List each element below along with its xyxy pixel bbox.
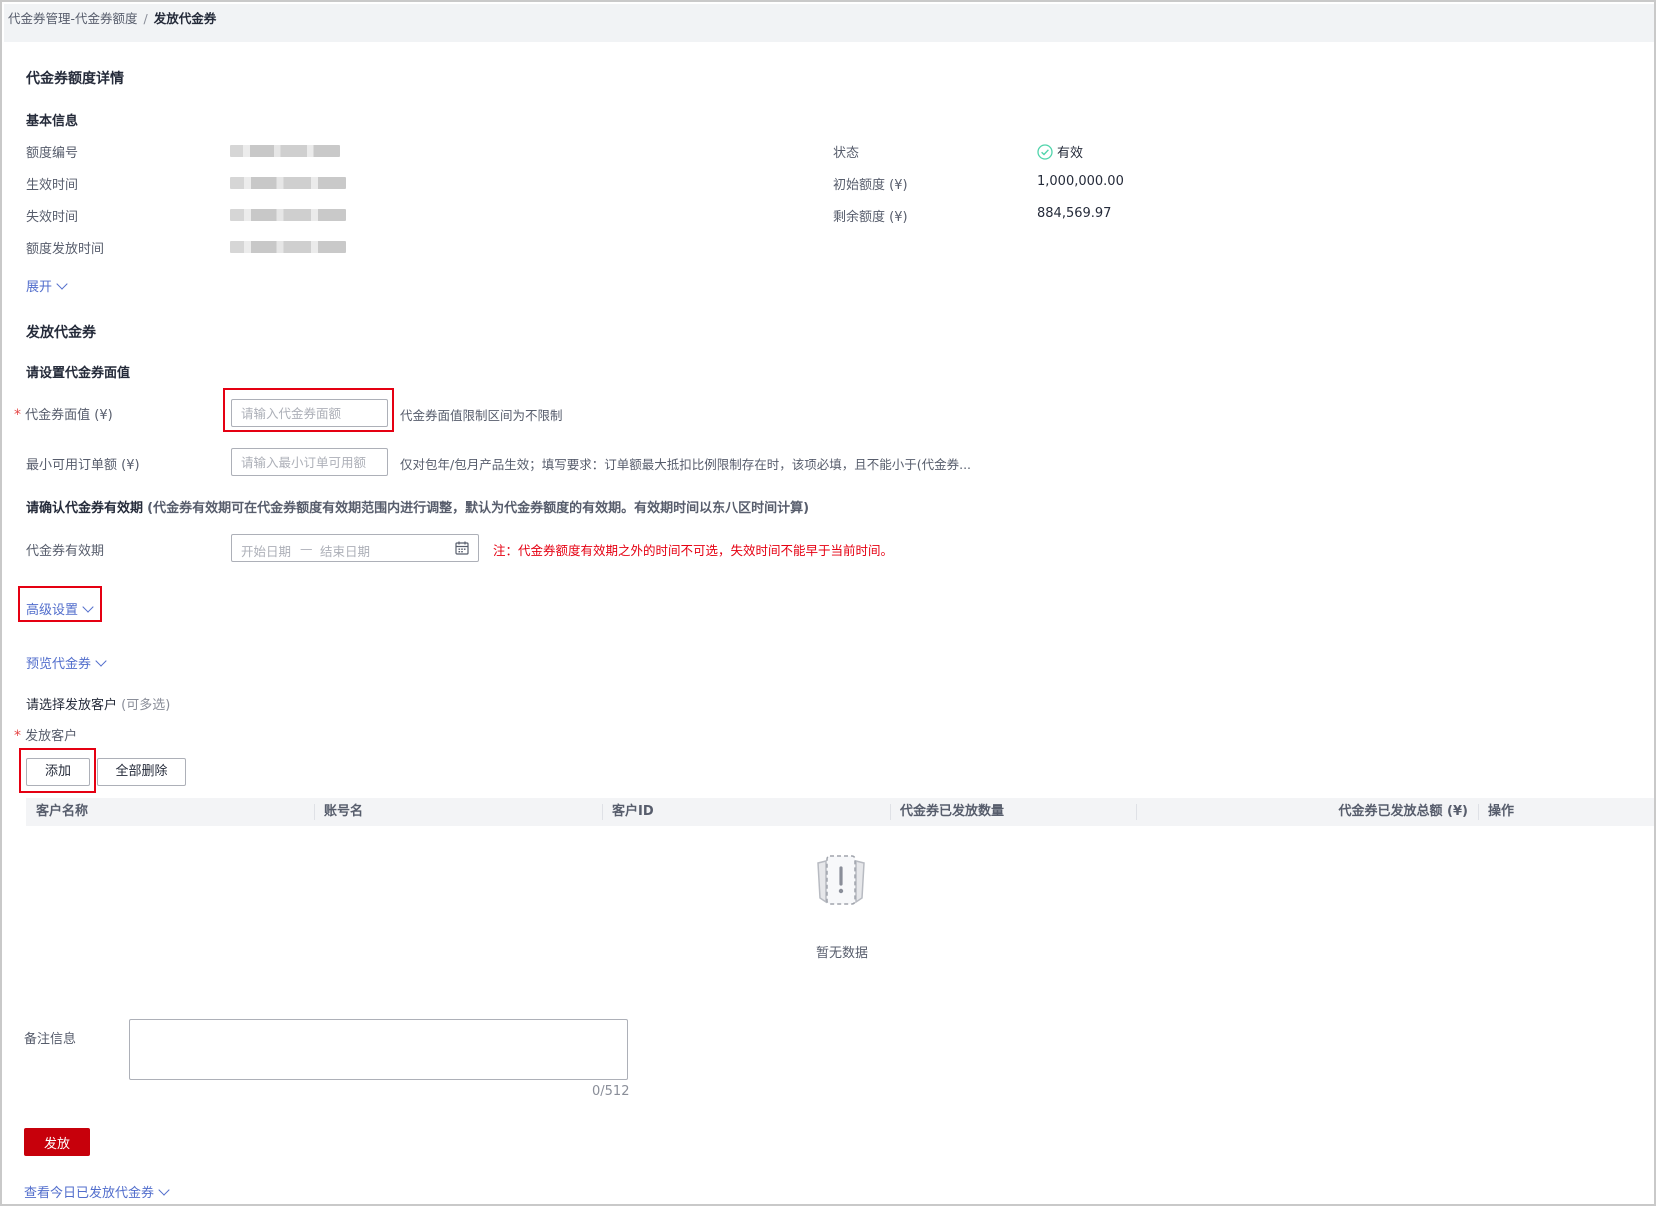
customer-table-header: 客户名称 账号名 客户ID 代金券已发放数量 代金券已发放总额 (¥) 操作 [26, 798, 1654, 826]
column-issued-amount: 代金券已发放总额 (¥) [1338, 804, 1468, 819]
empty-data-text: 暂无数据 [816, 946, 869, 961]
face-value-input[interactable] [231, 399, 388, 427]
min-order-label: 最小可用订单额 (¥) [26, 458, 140, 473]
issue-submit-button[interactable]: 发放 [24, 1128, 90, 1156]
quota-id-label: 额度编号 [26, 146, 79, 161]
end-date-placeholder[interactable]: 结束日期 [320, 541, 370, 560]
preview-voucher-label: 预览代金券 [26, 657, 92, 672]
empty-data-icon [817, 855, 865, 905]
today-issued-vouchers-link[interactable]: 查看今日已发放代金券 [24, 1182, 170, 1201]
column-customer-id: 客户ID [612, 804, 654, 819]
chevron-down-icon [82, 601, 94, 613]
validity-note: 注：代金券额度有效期之外的时间不可选，失效时间不能早于当前时间。 [493, 543, 894, 558]
required-asterisk: * [14, 407, 21, 423]
customer-section-title: 请选择发放客户 (可多选) [26, 694, 170, 713]
quota-id-value-redacted [230, 145, 340, 157]
validity-date-range-picker[interactable]: 开始日期 — 结束日期 [231, 534, 479, 562]
advanced-settings-label: 高级设置 [26, 603, 79, 618]
expire-time-value-redacted [230, 209, 346, 221]
initial-quota-value: 1,000,000.00 [1037, 174, 1124, 189]
advanced-settings-toggle[interactable]: 高级设置 [26, 599, 94, 618]
customer-section-text: 请选择发放客户 [26, 698, 118, 713]
remark-label: 备注信息 [24, 1032, 77, 1047]
column-actions: 操作 [1488, 804, 1515, 819]
effective-time-value-redacted [230, 177, 346, 189]
min-order-hint: 仅对包年/包月产品生效；填写要求：订单额最大抵扣比例限制存在时，该项必填，且不能… [400, 457, 972, 472]
start-date-placeholder[interactable]: 开始日期 [241, 541, 291, 560]
expand-details-link[interactable]: 展开 [26, 276, 68, 295]
remaining-quota-label: 剩余额度 (¥) [833, 210, 908, 225]
delete-all-customers-button[interactable]: 全部删除 [97, 758, 186, 786]
column-customer-name: 客户名称 [36, 804, 89, 819]
column-issued-count: 代金券已发放数量 [900, 804, 1005, 819]
initial-quota-label: 初始额度 (¥) [833, 178, 908, 193]
status-value: 有效 [1037, 142, 1083, 161]
validity-section-title: 请确认代金券有效期 (代金券有效期可在代金券额度有效期范围内进行调整，默认为代金… [26, 497, 809, 516]
face-value-hint: 代金券面值限制区间为不限制 [400, 408, 563, 423]
details-title: 代金券额度详情 [26, 71, 124, 87]
chevron-down-icon [56, 278, 68, 290]
face-value-label: * 代金券面值 (¥) [14, 404, 113, 423]
face-value-label-text: 代金券面值 (¥) [25, 408, 113, 423]
issue-time-label: 额度发放时间 [26, 242, 105, 257]
breadcrumb-bar: 代金券管理-代金券额度 / 发放代金券 [4, 4, 1654, 42]
issue-time-value-redacted [230, 241, 346, 253]
chevron-down-icon [158, 1184, 170, 1196]
page-frame: 代金券管理-代金券额度 / 发放代金券 代金券额度详情 基本信息 额度编号 生效时间… [0, 0, 1656, 1206]
remaining-quota-value: 884,569.97 [1037, 206, 1112, 221]
remark-char-counter: 0/512 [592, 1084, 630, 1099]
effective-time-label: 生效时间 [26, 178, 79, 193]
issue-title: 发放代金券 [26, 325, 96, 341]
status-label: 状态 [833, 146, 860, 161]
customer-label-text: 发放客户 [25, 729, 78, 744]
required-asterisk: * [14, 728, 21, 744]
remark-textarea[interactable] [129, 1019, 628, 1080]
validity-section-bold: 请确认代金券有效期 [26, 501, 144, 516]
customer-section-note: (可多选) [121, 698, 171, 713]
add-customer-button[interactable]: 添加 [26, 758, 90, 786]
validity-section-note: (代金券有效期可在代金券额度有效期范围内进行调整，默认为代金券额度的有效期。有效… [147, 501, 810, 516]
calendar-icon[interactable] [454, 540, 470, 556]
expand-details-label: 展开 [26, 280, 53, 295]
chevron-down-icon [95, 655, 107, 667]
preview-voucher-toggle[interactable]: 预览代金券 [26, 653, 107, 672]
min-order-input[interactable] [231, 448, 388, 476]
column-account-name: 账号名 [324, 804, 364, 819]
face-value-section-title: 请设置代金券面值 [26, 366, 131, 381]
breadcrumb-current: 发放代金券 [153, 11, 217, 26]
customer-label: * 发放客户 [14, 725, 77, 744]
check-circle-icon [1037, 144, 1053, 160]
breadcrumb-separator: / [143, 11, 148, 26]
today-issued-vouchers-label: 查看今日已发放代金券 [24, 1186, 155, 1201]
basic-info-title: 基本信息 [26, 114, 79, 129]
validity-label: 代金券有效期 [26, 544, 105, 559]
breadcrumb-parent-link[interactable]: 代金券管理-代金券额度 [8, 11, 138, 26]
status-text: 有效 [1057, 146, 1084, 161]
expire-time-label: 失效时间 [26, 210, 79, 225]
date-range-separator: — [300, 541, 313, 556]
breadcrumb: 代金券管理-代金券额度 / 发放代金券 [8, 8, 216, 27]
